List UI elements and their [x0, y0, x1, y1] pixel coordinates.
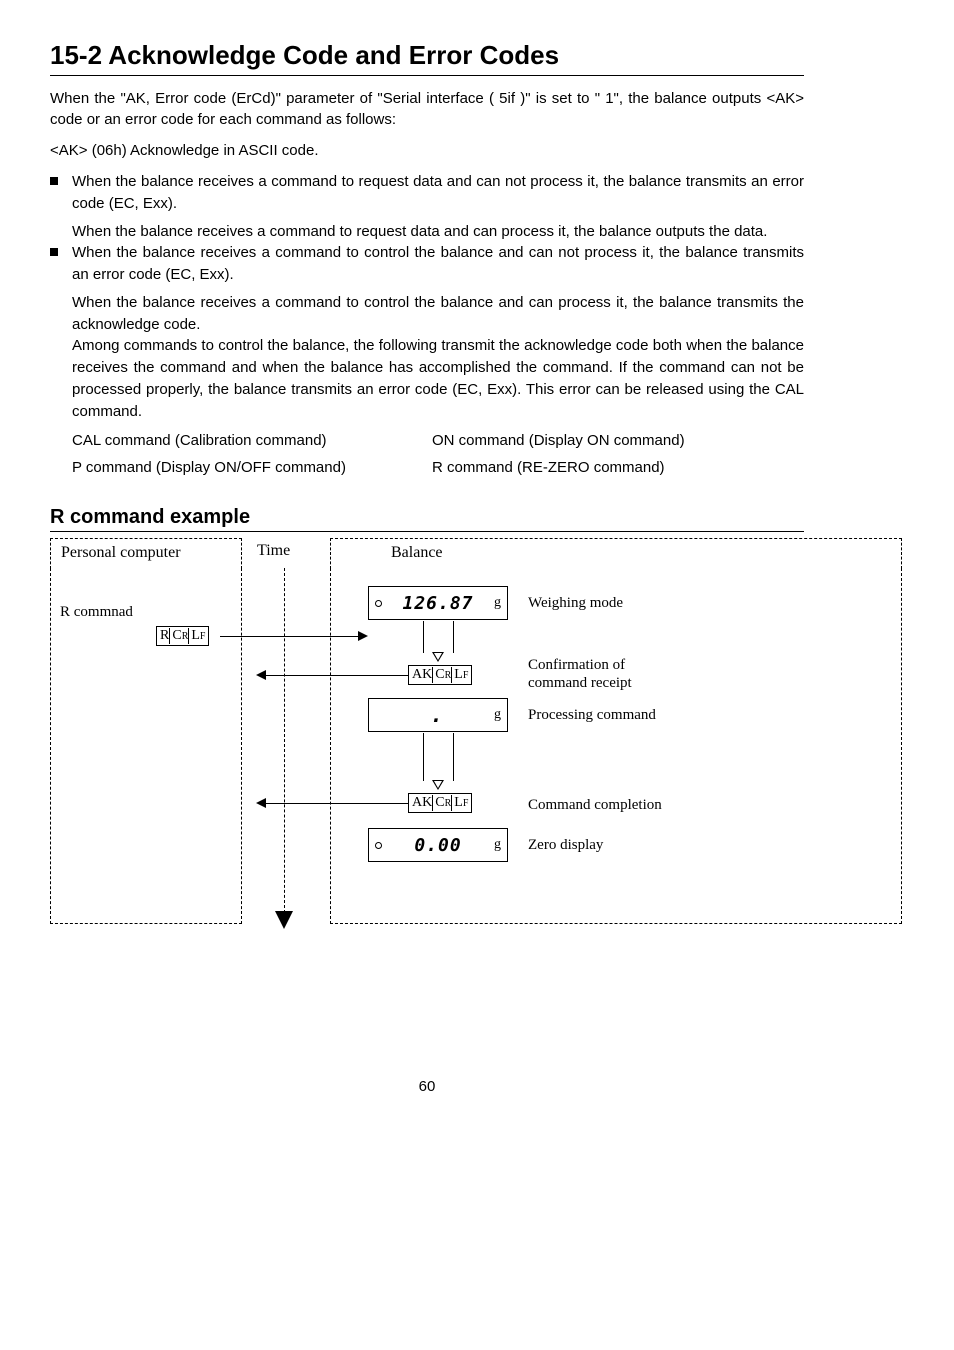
p-command-label: P command (Display ON/OFF command): [72, 459, 432, 476]
r-command-diagram: Personal computer Time Balance R commnad…: [50, 538, 904, 958]
lcd-zero: 0.00 g: [368, 828, 508, 862]
bullet-2-continuation-2: Among commands to control the balance, t…: [72, 335, 804, 422]
chip-r-lf: L: [188, 628, 200, 644]
bullet-item-1: When the balance receives a command to r…: [50, 171, 804, 215]
lcd-weighing: 126.87 g: [368, 586, 508, 620]
stable-indicator-icon-2: [375, 842, 382, 849]
ak2-cr-sub: R: [445, 798, 452, 809]
lcd-zero-value: 0.00: [414, 835, 461, 856]
ak-chip-2: AK CR LF: [408, 793, 472, 813]
time-axis-line: [284, 568, 285, 913]
chip-r-cr: C: [169, 628, 181, 644]
example-heading: R command example: [50, 506, 804, 529]
section-title: 15-2 Acknowledge Code and Error Codes: [50, 40, 804, 71]
desc-confirm-1: Confirmation of: [528, 656, 625, 674]
ak1-cr-sub: R: [445, 670, 452, 681]
ak2-lf: L: [451, 795, 463, 811]
arrow-left-icon-2: [256, 798, 266, 808]
flow-line-1b: [453, 621, 454, 653]
chip-r-main: R: [160, 628, 169, 644]
ak2-ak: AK: [412, 795, 432, 811]
flow-line-1a: [423, 621, 424, 653]
desc-zero: Zero display: [528, 836, 603, 854]
sub-rule: [50, 531, 804, 532]
desc-completion: Command completion: [528, 796, 662, 814]
lcd-weighing-unit: g: [494, 595, 501, 611]
ak-definition: <AK> (06h) Acknowledge in ASCII code.: [50, 142, 804, 159]
lcd-processing: . g: [368, 698, 508, 732]
pc-body-box: [50, 568, 242, 924]
flow-line-2b: [453, 733, 454, 781]
ak1-cr: C: [432, 667, 444, 683]
arrow-right-icon: [358, 631, 368, 641]
square-bullet-icon: [50, 177, 58, 185]
chip-r-lf-sub: F: [200, 631, 206, 642]
intro-paragraph: When the "AK, Error code (ErCd)" paramet…: [50, 88, 804, 130]
time-axis-arrow-down-icon: [275, 911, 293, 929]
lcd-zero-unit: g: [494, 837, 501, 853]
stable-indicator-icon: [375, 600, 382, 607]
on-command-label: ON command (Display ON command): [432, 432, 804, 449]
lcd-weighing-value: 126.87: [402, 593, 473, 614]
bullet-1-continuation: When the balance receives a command to r…: [72, 221, 804, 243]
arrow-down-open-icon-2: [432, 780, 444, 790]
lcd-processing-unit: g: [494, 707, 501, 723]
chip-r-cr-sub: R: [182, 631, 189, 642]
r-command-chip: R CR LF: [156, 626, 209, 646]
arrow-send-line: [220, 636, 360, 637]
arrow-ak1-line: [266, 675, 408, 676]
cal-command-label: CAL command (Calibration command): [72, 432, 432, 449]
flow-line-2a: [423, 733, 424, 781]
bullet-2-continuation-1: When the balance receives a command to c…: [72, 292, 804, 336]
desc-confirm-2: command receipt: [528, 674, 632, 692]
ak-chip-1: AK CR LF: [408, 665, 472, 685]
command-row-2: P command (Display ON/OFF command) R com…: [72, 459, 804, 476]
arrow-down-open-icon: [432, 652, 444, 662]
pc-header-label: Personal computer: [61, 544, 181, 562]
balance-header-box: Balance: [330, 538, 902, 569]
arrow-ak2-line: [266, 803, 408, 804]
bullet-item-2: When the balance receives a command to c…: [50, 242, 804, 286]
ak1-ak: AK: [412, 667, 432, 683]
balance-header-label: Balance: [391, 544, 443, 562]
bullet-2-text: When the balance receives a command to c…: [72, 242, 804, 286]
r-command-text: R commnad: [60, 604, 133, 621]
command-row-1: CAL command (Calibration command) ON com…: [72, 432, 804, 449]
ak1-lf-sub: F: [463, 670, 469, 681]
desc-weighing: Weighing mode: [528, 594, 623, 612]
ak2-cr: C: [432, 795, 444, 811]
title-rule: [50, 75, 804, 76]
pc-header-box: Personal computer: [50, 538, 242, 569]
ak2-lf-sub: F: [463, 798, 469, 809]
time-label: Time: [257, 542, 290, 560]
balance-body-box: [330, 568, 902, 924]
r-command-label: R command (RE-ZERO command): [432, 459, 804, 476]
desc-processing: Processing command: [528, 706, 656, 724]
page-number: 60: [50, 1078, 804, 1095]
lcd-processing-value: .: [430, 703, 443, 727]
arrow-left-icon: [256, 670, 266, 680]
ak1-lf: L: [451, 667, 463, 683]
square-bullet-icon: [50, 248, 58, 256]
bullet-1-text: When the balance receives a command to r…: [72, 171, 804, 215]
